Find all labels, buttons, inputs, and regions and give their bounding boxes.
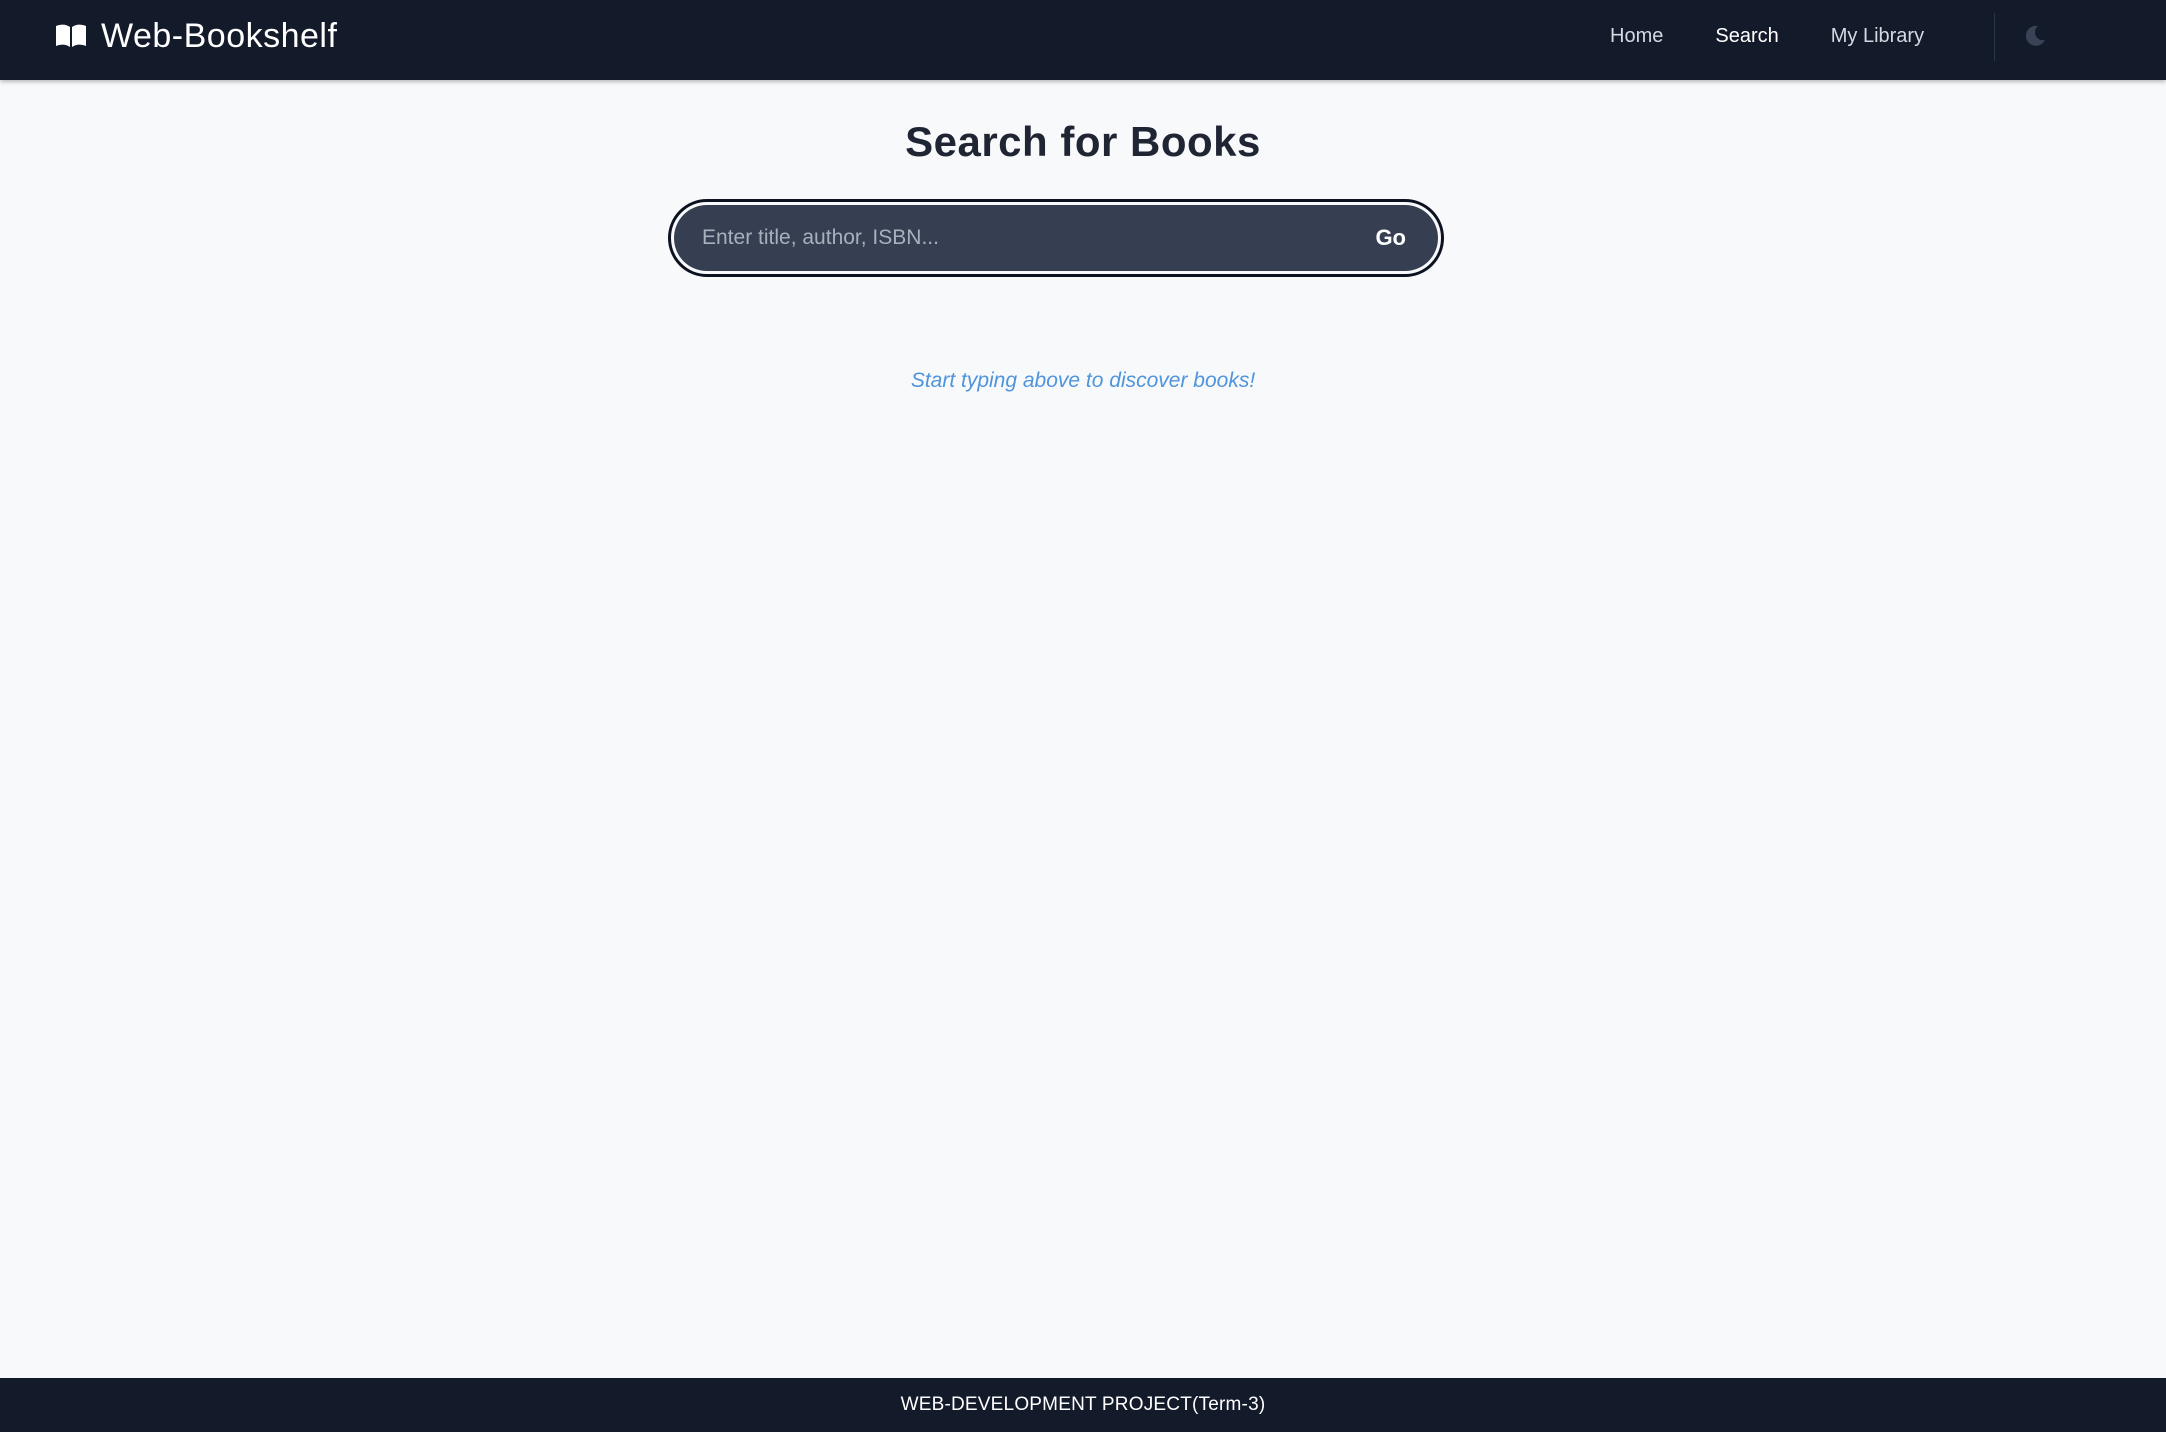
footer: WEB-DEVELOPMENT PROJECT(Term-3) xyxy=(0,1378,2166,1432)
theme-toggle-button[interactable] xyxy=(2018,20,2050,52)
search-form: Go xyxy=(668,199,1444,277)
open-book-icon xyxy=(56,24,86,47)
search-input[interactable] xyxy=(702,226,1262,250)
go-button[interactable]: Go xyxy=(1375,225,1406,251)
brand-link[interactable]: Web-Bookshelf xyxy=(55,0,337,72)
nav-link-my-library[interactable]: My Library xyxy=(1831,25,1924,48)
moon-icon xyxy=(2025,25,2045,46)
brand-name: Web-Bookshelf xyxy=(101,16,338,55)
nav-divider xyxy=(1994,13,1995,61)
search-bar: Go xyxy=(674,205,1438,271)
footer-text: WEB-DEVELOPMENT PROJECT(Term-3) xyxy=(900,1394,1266,1415)
page-title: Search for Books xyxy=(905,118,1261,165)
nav-link-search[interactable]: Search xyxy=(1715,25,1778,48)
navbar: Web-Bookshelf Home Search My Library xyxy=(0,0,2166,80)
empty-state-hint: Start typing above to discover books! xyxy=(910,369,1256,392)
nav-link-home[interactable]: Home xyxy=(1610,25,1663,48)
nav-links: Home Search My Library xyxy=(1610,0,1976,72)
